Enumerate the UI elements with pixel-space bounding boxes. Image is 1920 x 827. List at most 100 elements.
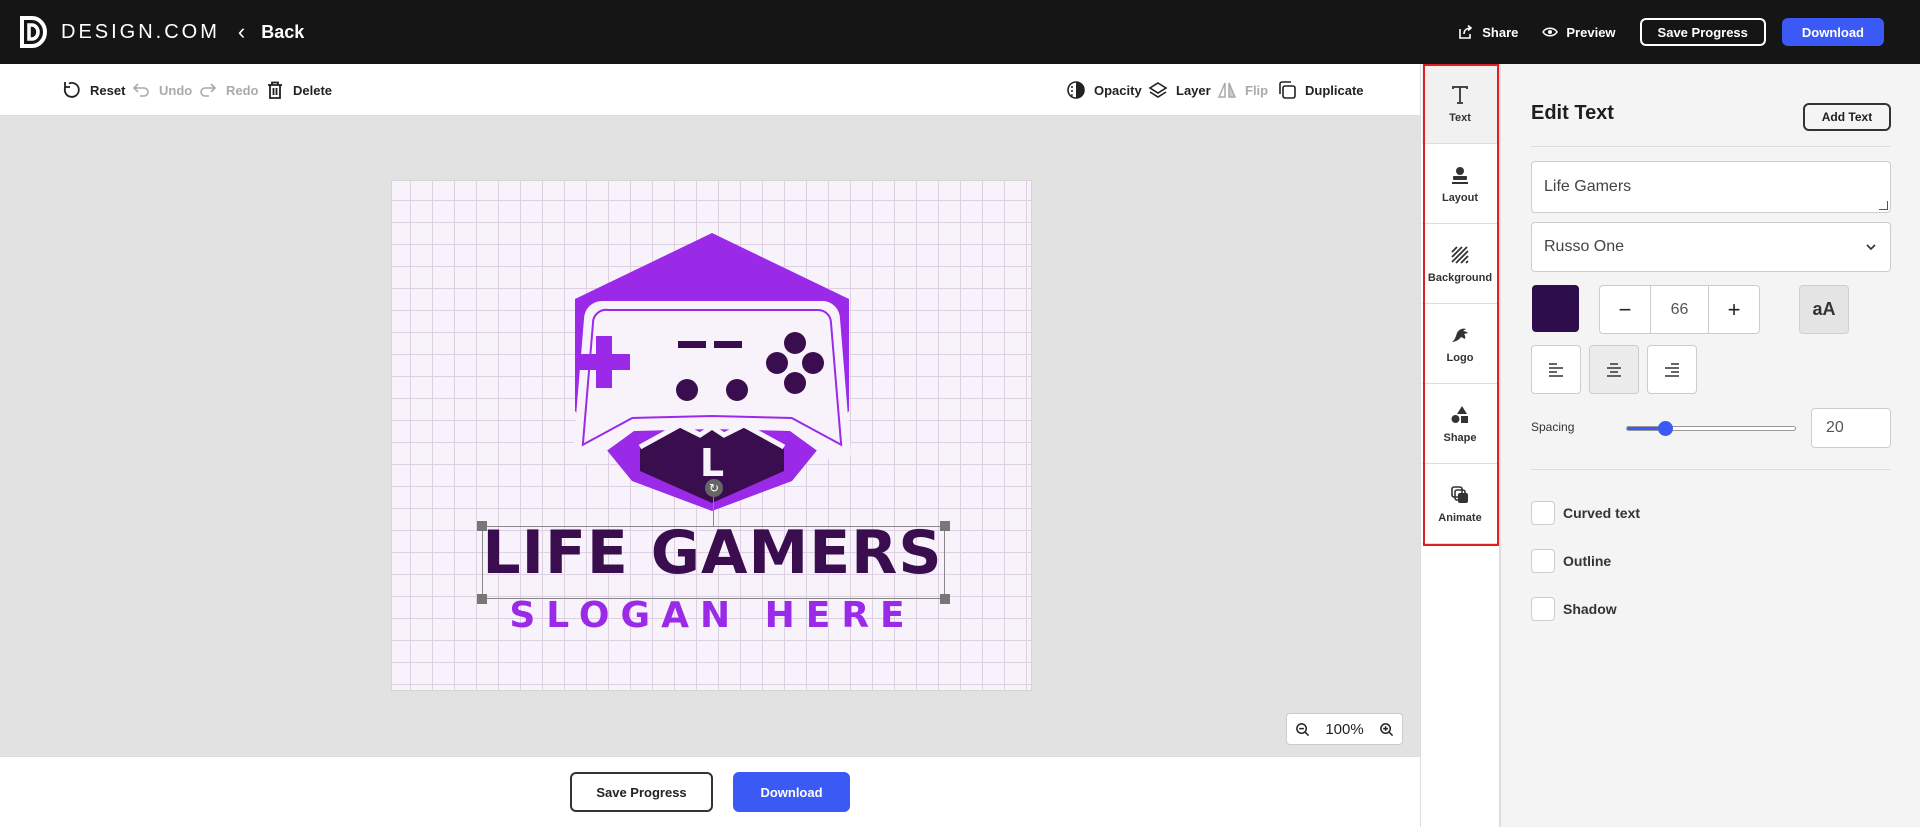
tab-shape-label: Shape — [1443, 431, 1477, 444]
outline-option[interactable]: Outline — [1531, 549, 1611, 573]
slogan-text[interactable]: SLOGAN HERE — [392, 598, 1033, 634]
tab-layout[interactable]: Layout — [1422, 144, 1498, 224]
resize-handle-top-left[interactable] — [477, 521, 487, 531]
duplicate-button[interactable]: Duplicate — [1277, 64, 1364, 116]
rotate-connector — [713, 493, 714, 526]
chevron-left-icon: ‹ — [237, 19, 246, 44]
add-text-button[interactable]: Add Text — [1803, 103, 1891, 131]
back-label: Back — [261, 21, 305, 42]
outline-checkbox[interactable] — [1531, 549, 1555, 573]
bottom-save-progress-button[interactable]: Save Progress — [570, 772, 713, 812]
duplicate-label: Duplicate — [1305, 82, 1364, 98]
brand[interactable]: DESIGN.COM — [18, 15, 220, 49]
layer-button[interactable]: Layer — [1148, 64, 1211, 116]
flip-label: Flip — [1245, 82, 1269, 98]
bottom-bar: Save Progress Download — [0, 756, 1420, 827]
back-button[interactable]: ‹ Back — [238, 19, 304, 45]
tab-background-label: Background — [1427, 271, 1493, 284]
reset-button[interactable]: Reset — [62, 64, 125, 116]
tab-text[interactable]: Text — [1422, 64, 1498, 144]
redo-icon — [200, 83, 217, 97]
layout-icon — [1452, 166, 1468, 184]
curved-text-checkbox[interactable] — [1531, 501, 1555, 525]
tab-layout-label: Layout — [1441, 191, 1479, 204]
align-center-button[interactable] — [1589, 345, 1639, 394]
align-right-icon — [1665, 362, 1679, 377]
edit-toolbar: Reset Undo Redo Delete Opacity Layer Fli… — [0, 64, 1420, 116]
trash-icon — [268, 81, 282, 99]
text-content-input[interactable]: Life Gamers — [1531, 161, 1891, 213]
preview-button[interactable]: Preview — [1542, 24, 1616, 40]
font-select[interactable]: Russo One — [1531, 222, 1891, 272]
spacing-slider[interactable] — [1626, 421, 1796, 436]
download-button[interactable]: Download — [1781, 18, 1884, 46]
selection-box[interactable] — [482, 526, 945, 599]
undo-button[interactable]: Undo — [131, 64, 192, 116]
text-case-button[interactable]: aA — [1799, 285, 1849, 334]
align-left-icon — [1549, 362, 1563, 377]
design-logo-icon — [20, 16, 47, 48]
rotate-handle-icon[interactable]: ↻ — [705, 479, 723, 497]
undo-icon — [132, 83, 149, 97]
delete-label: Delete — [293, 82, 333, 98]
tab-logo[interactable]: Logo — [1422, 304, 1498, 384]
resize-handle-bottom-left[interactable] — [477, 594, 487, 604]
panel-title: Edit Text — [1531, 102, 1614, 124]
tab-logo-label: Logo — [1446, 351, 1474, 364]
redo-button[interactable]: Redo — [198, 64, 259, 116]
align-center-icon — [1607, 362, 1621, 377]
share-icon — [1459, 24, 1473, 39]
text-icon — [1452, 85, 1468, 104]
font-size-stepper: − 66 + — [1599, 285, 1760, 334]
preview-label: Preview — [1566, 24, 1616, 40]
zoom-out-icon[interactable] — [1295, 722, 1310, 737]
divider — [1531, 146, 1891, 147]
edit-text-panel: Edit Text Add Text Life Gamers Russo One… — [1500, 64, 1920, 827]
tab-background[interactable]: Background — [1422, 224, 1498, 304]
spacing-input[interactable]: 20 — [1811, 408, 1891, 448]
opacity-label: Opacity — [1094, 82, 1142, 98]
align-right-button[interactable] — [1647, 345, 1697, 394]
share-button[interactable]: Share — [1458, 24, 1518, 40]
undo-label: Undo — [159, 82, 193, 98]
font-value: Russo One — [1544, 238, 1625, 255]
increase-size-button[interactable]: + — [1709, 286, 1759, 333]
decrease-size-button[interactable]: − — [1600, 286, 1650, 333]
resize-handle-top-right[interactable] — [940, 521, 950, 531]
zoom-control: 100% — [1286, 713, 1403, 745]
text-color-swatch[interactable] — [1532, 285, 1579, 332]
font-size-value[interactable]: 66 — [1650, 286, 1709, 333]
flip-icon — [1217, 82, 1237, 98]
shadow-option[interactable]: Shadow — [1531, 597, 1617, 621]
opacity-button[interactable]: Opacity — [1066, 64, 1142, 116]
artboard[interactable]: L LIFE GAMERS SLOGAN HERE ↻ — [391, 180, 1032, 691]
chevron-down-icon — [1866, 244, 1876, 251]
reset-icon — [63, 82, 80, 98]
reset-label: Reset — [90, 82, 126, 98]
zoom-in-icon[interactable] — [1379, 722, 1394, 737]
shadow-label: Shadow — [1563, 601, 1617, 617]
resize-grip-icon[interactable] — [1879, 201, 1888, 210]
curved-text-option[interactable]: Curved text — [1531, 501, 1640, 525]
eye-icon — [1542, 27, 1559, 37]
bottom-download-button[interactable]: Download — [733, 772, 850, 812]
background-icon — [1451, 245, 1469, 264]
save-progress-button[interactable]: Save Progress — [1639, 18, 1766, 46]
spacing-slider-thumb[interactable] — [1657, 421, 1673, 436]
divider — [1531, 469, 1891, 470]
outline-label: Outline — [1563, 553, 1612, 569]
tab-animate[interactable]: Animate — [1422, 464, 1498, 544]
align-left-button[interactable] — [1531, 345, 1581, 394]
flip-button[interactable]: Flip — [1217, 64, 1268, 116]
top-bar: DESIGN.COM ‹ Back Share Preview Save Pro… — [0, 0, 1920, 64]
redo-label: Redo — [226, 82, 259, 98]
curved-text-label: Curved text — [1563, 505, 1641, 521]
tab-shape[interactable]: Shape — [1422, 384, 1498, 464]
brand-name: DESIGN.COM — [61, 20, 220, 43]
shape-icon — [1451, 405, 1468, 423]
delete-button[interactable]: Delete — [265, 64, 332, 116]
resize-handle-bottom-right[interactable] — [940, 594, 950, 604]
animate-icon — [1451, 485, 1468, 503]
shadow-checkbox[interactable] — [1531, 597, 1555, 621]
tab-text-label: Text — [1449, 111, 1471, 124]
